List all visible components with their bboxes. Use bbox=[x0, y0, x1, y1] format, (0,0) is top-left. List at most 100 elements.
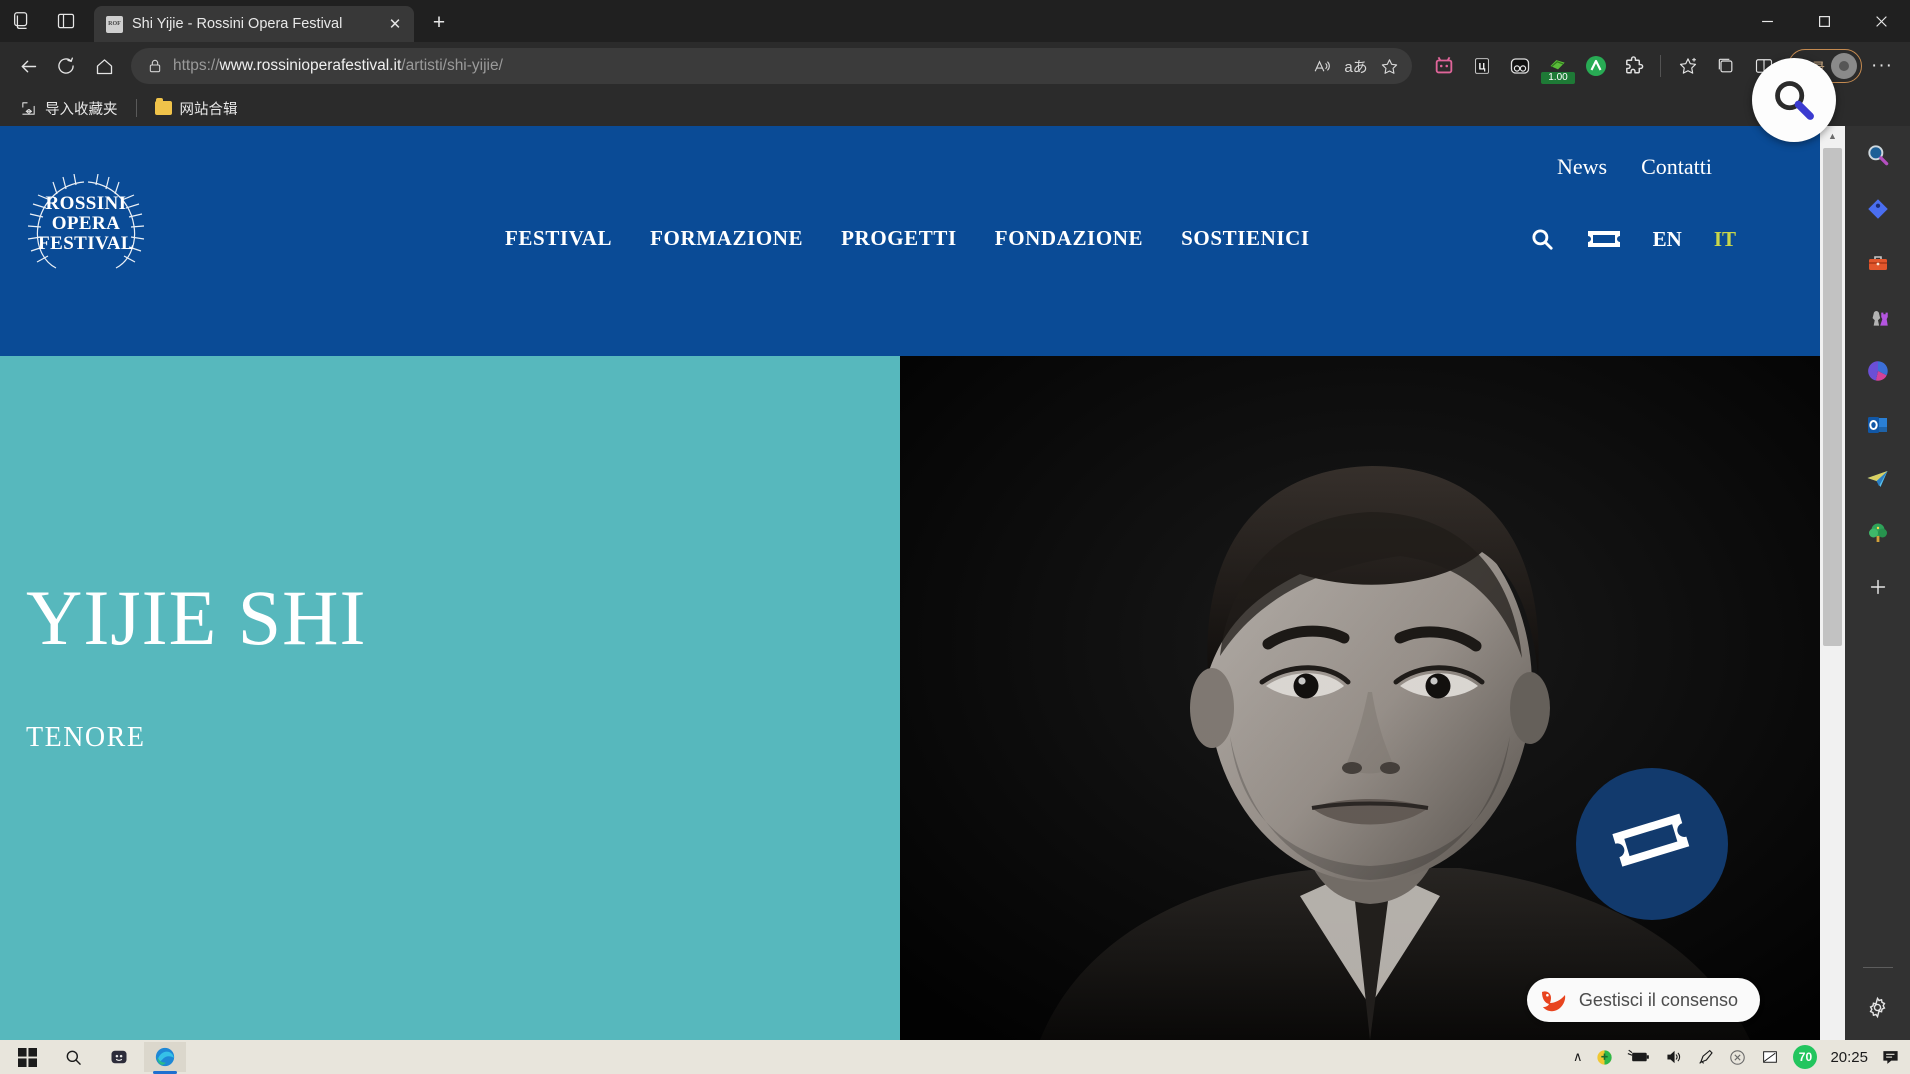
reload-icon[interactable] bbox=[48, 48, 84, 84]
nav-fondazione[interactable]: FONDAZIONE bbox=[995, 226, 1143, 251]
browser-tab[interactable]: ROF Shi Yijie - Rossini Opera Festival ✕ bbox=[94, 6, 414, 42]
sidebar-telegram-icon[interactable] bbox=[1858, 460, 1898, 498]
lang-it[interactable]: IT bbox=[1714, 227, 1736, 252]
nav-progetti[interactable]: PROGETTI bbox=[841, 226, 957, 251]
sidebar-office-icon[interactable] bbox=[1858, 352, 1898, 390]
sidebar-search-icon[interactable] bbox=[1858, 136, 1898, 174]
battery-percent-badge[interactable]: 70 bbox=[1793, 1045, 1818, 1069]
green-a-extension-icon[interactable] bbox=[1579, 49, 1613, 83]
tab-search-icon[interactable] bbox=[0, 0, 44, 42]
pink-extension-icon[interactable] bbox=[1427, 49, 1461, 83]
ticket-icon[interactable] bbox=[1587, 227, 1621, 251]
bookmark-folder-collection[interactable]: 网站合辑 bbox=[147, 94, 246, 123]
site-main-nav: FESTIVAL FORMAZIONE PROGETTI FONDAZIONE … bbox=[505, 226, 1310, 251]
window-close-button[interactable] bbox=[1853, 0, 1910, 42]
address-bar[interactable]: https://www.rossinioperafestival.it/arti… bbox=[131, 48, 1412, 84]
site-top-nav: News Contatti bbox=[1557, 154, 1712, 180]
bookmarks-bar: 导入收藏夹 网站合辑 bbox=[0, 90, 1910, 126]
fox-icon bbox=[1539, 986, 1569, 1014]
top-nav-contatti[interactable]: Contatti bbox=[1641, 154, 1712, 180]
clock[interactable]: 20:25 bbox=[1830, 1049, 1868, 1066]
extensions-area: Ц 1.00 bbox=[1421, 49, 1651, 84]
collections-icon[interactable] bbox=[1708, 48, 1744, 84]
star-icon[interactable] bbox=[1374, 50, 1406, 82]
tray-battery-icon[interactable] bbox=[1627, 1049, 1651, 1065]
read-aloud-icon[interactable] bbox=[1306, 50, 1338, 82]
tray-disabled-icon[interactable] bbox=[1728, 1048, 1747, 1067]
translate-icon[interactable]: aあ bbox=[1340, 50, 1372, 82]
ticket-icon bbox=[1612, 813, 1690, 867]
hero-section: YIJIE SHI TENORE Gestisci il consenso bbox=[0, 356, 1820, 1040]
windows-start-icon[interactable] bbox=[6, 1042, 48, 1072]
folder-icon bbox=[154, 98, 172, 115]
toolbar-divider bbox=[1659, 55, 1661, 77]
screen: ROF Shi Yijie - Rossini Opera Festival ✕… bbox=[0, 0, 1910, 1074]
magnifier-cursor-icon bbox=[1752, 58, 1836, 142]
sidebar-settings-icon[interactable] bbox=[1858, 988, 1898, 1026]
system-tray: ∧ 70 20:25 bbox=[1573, 1045, 1910, 1069]
tray-pen-icon[interactable] bbox=[1697, 1048, 1715, 1066]
home-icon[interactable] bbox=[86, 48, 122, 84]
browser-window: ROF Shi Yijie - Rossini Opera Festival ✕… bbox=[0, 0, 1910, 1040]
consent-banner[interactable]: Gestisci il consenso bbox=[1526, 978, 1760, 1022]
tray-security-icon[interactable] bbox=[1595, 1048, 1614, 1067]
site-header: ROSSINI OPERA FESTIVAL News Contatti FES… bbox=[0, 126, 1820, 356]
back-icon[interactable] bbox=[10, 48, 46, 84]
logo-line-2: OPERA bbox=[51, 213, 121, 234]
nav-festival[interactable]: FESTIVAL bbox=[505, 226, 612, 251]
sidebar-games-icon[interactable] bbox=[1858, 298, 1898, 336]
settings-more-icon[interactable]: ··· bbox=[1864, 48, 1900, 84]
svg-text:Ц: Ц bbox=[1479, 62, 1486, 72]
favorites-icon[interactable] bbox=[1670, 48, 1706, 84]
nav-formazione[interactable]: FORMAZIONE bbox=[650, 226, 803, 251]
hero-portrait-panel: Gestisci il consenso bbox=[900, 356, 1820, 1040]
address-bar-url: https://www.rossinioperafestival.it/arti… bbox=[173, 57, 503, 74]
top-nav-news[interactable]: News bbox=[1557, 154, 1607, 180]
sidebar-shopping-icon[interactable] bbox=[1858, 190, 1898, 228]
li-extension-icon[interactable]: Ц bbox=[1465, 49, 1499, 83]
goggles-extension-icon[interactable] bbox=[1503, 49, 1537, 83]
avatar bbox=[1831, 53, 1857, 79]
sidebar-tools-icon[interactable] bbox=[1858, 244, 1898, 282]
new-tab-button[interactable]: + bbox=[422, 6, 456, 40]
window-controls bbox=[1739, 0, 1910, 42]
coupon-extension-icon[interactable]: 1.00 bbox=[1540, 49, 1575, 84]
bookmarks-divider bbox=[135, 99, 137, 117]
site-logo[interactable]: ROSSINI OPERA FESTIVAL bbox=[22, 174, 150, 274]
tray-chevron-icon[interactable]: ∧ bbox=[1573, 1049, 1583, 1065]
site-logo-text: ROSSINI OPERA FESTIVAL bbox=[38, 194, 134, 254]
lang-en[interactable]: EN bbox=[1653, 227, 1682, 252]
address-bar-actions: aあ bbox=[1306, 50, 1406, 82]
notifications-icon[interactable] bbox=[1881, 1048, 1900, 1067]
minimize-button[interactable] bbox=[1739, 0, 1796, 42]
search-icon[interactable] bbox=[1529, 226, 1555, 252]
bookmark-label: 导入收藏夹 bbox=[45, 101, 118, 118]
tab-title: Shi Yijie - Rossini Opera Festival bbox=[132, 16, 343, 32]
buy-tickets-fab[interactable] bbox=[1576, 768, 1728, 920]
edge-sidebar bbox=[1845, 126, 1910, 1040]
puzzle-extensions-icon[interactable] bbox=[1617, 49, 1651, 83]
close-icon[interactable]: ✕ bbox=[384, 13, 406, 35]
scrollbar-thumb[interactable] bbox=[1823, 148, 1842, 646]
hero-left-panel: YIJIE SHI TENORE bbox=[0, 356, 900, 1040]
tray-volume-icon[interactable] bbox=[1664, 1048, 1684, 1066]
taskbar-search-icon[interactable] bbox=[52, 1042, 94, 1072]
sidebar-outlook-icon[interactable] bbox=[1858, 406, 1898, 444]
page-subtitle: TENORE bbox=[26, 722, 146, 753]
maximize-button[interactable] bbox=[1796, 0, 1853, 42]
sidebar-divider bbox=[1862, 967, 1893, 968]
bookmark-import-favorites[interactable]: 导入收藏夹 bbox=[12, 94, 126, 123]
logo-line-1: ROSSINI bbox=[45, 193, 127, 214]
tray-meter-icon[interactable] bbox=[1760, 1048, 1780, 1066]
browser-toolbar: https://www.rossinioperafestival.it/arti… bbox=[0, 42, 1910, 90]
tab-actions-icon[interactable] bbox=[44, 0, 88, 42]
nav-sostienici[interactable]: SOSTIENICI bbox=[1181, 226, 1310, 251]
page-scrollbar[interactable]: ▲ bbox=[1820, 126, 1845, 1040]
consent-label: Gestisci il consenso bbox=[1578, 989, 1738, 1010]
sidebar-tree-icon[interactable] bbox=[1858, 514, 1898, 552]
windows-taskbar: ∧ 70 20:25 bbox=[0, 1040, 1910, 1074]
edge-icon[interactable] bbox=[144, 1042, 186, 1074]
sidebar-add-icon[interactable] bbox=[1858, 568, 1898, 606]
task-view-icon[interactable] bbox=[98, 1042, 140, 1072]
logo-line-3: FESTIVAL bbox=[38, 233, 134, 254]
